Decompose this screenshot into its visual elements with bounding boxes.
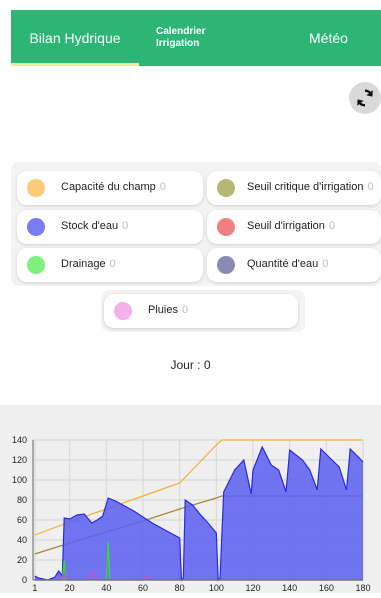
legend-item-capacite[interactable]: Capacité du champ 0 [17, 171, 203, 205]
legend-item-drainage[interactable]: Drainage 0 [17, 248, 203, 282]
x-tick-label: 80 [175, 583, 185, 593]
legend-value: 0 [367, 181, 374, 193]
y-tick-label: 40 [17, 535, 27, 545]
y-tick-label: 20 [17, 555, 27, 565]
legend-dot [217, 218, 235, 236]
x-tick-label: 40 [101, 583, 111, 593]
legend-label: Quantité d'eau [247, 258, 319, 270]
y-tick-label: 60 [17, 515, 27, 525]
tab-label: Météo [309, 30, 348, 46]
tab-label-line1: Calendrier [156, 26, 206, 37]
x-tick-label: 100 [209, 583, 224, 593]
legend-value: 0 [328, 220, 336, 232]
legend-dot [114, 302, 132, 320]
legend-value: 0 [122, 220, 129, 232]
tab-meteo[interactable]: Météo [309, 10, 369, 66]
x-tick-label: 160 [319, 583, 334, 593]
y-tick-label: 140 [12, 435, 27, 445]
x-tick-label: 120 [245, 583, 260, 593]
legend-dot [27, 218, 45, 236]
legend-label: Pluies [148, 304, 178, 316]
tab-label: Bilan Hydrique [29, 30, 121, 46]
legend-value: 0 [322, 258, 329, 270]
legend-dot [217, 179, 235, 197]
chart-svg: 0204060801001201401 20 40 60 80 100 120 140 160 1… [12, 435, 371, 593]
x-tick-label: 20 [65, 583, 75, 593]
legend-label: Drainage [61, 258, 106, 270]
legend-dot [27, 256, 45, 274]
day-label: Jour : 0 [170, 358, 211, 372]
legend-label: Capacité du champ [61, 181, 156, 193]
tab-label-line2: Irrigation [156, 38, 200, 49]
legend-dot [27, 179, 45, 197]
legend-value: 0 [159, 181, 166, 193]
active-tab-indicator [11, 63, 139, 66]
legend-label: Seuil d'irrigation [247, 220, 325, 232]
legend-value: 0 [181, 304, 189, 316]
x-tick-label: 1 [32, 583, 37, 593]
y-tick-label: 120 [12, 455, 27, 465]
tab-bilan-hydrique[interactable]: Bilan Hydrique [11, 10, 139, 66]
legend-item-pluies[interactable]: Pluies 0 [104, 294, 298, 328]
y-tick-label: 100 [12, 475, 27, 485]
x-tick-label: 140 [282, 583, 297, 593]
legend-label: Stock d'eau [61, 220, 119, 232]
legend-label: Seuil critique d'irrigation [247, 181, 364, 193]
legend-value: 0 [109, 258, 116, 270]
legend-dot [217, 256, 235, 274]
refresh-button[interactable] [349, 82, 381, 114]
legend-item-stock[interactable]: Stock d'eau 0 [17, 210, 203, 244]
x-tick-label: 60 [138, 583, 148, 593]
water-balance-chart[interactable]: 0 20 40 60 80 100 120 140 1 20 40 60 80 100 120 140 160 1… [0, 405, 381, 593]
y-tick-label: 80 [17, 495, 27, 505]
tab-calendrier-irrigation[interactable]: Calendrier Irrigation [156, 10, 256, 66]
y-tick-label: 0 [22, 575, 27, 585]
refresh-icon [357, 89, 373, 107]
x-tick-label: 180 [355, 583, 370, 593]
legend-item-seuil-irrigation[interactable]: Seuil d'irrigation 0 [207, 210, 381, 244]
legend-item-quantite[interactable]: Quantité d'eau 0 [207, 248, 381, 282]
legend-item-seuil-critique[interactable]: Seuil critique d'irrigation 0 [207, 171, 381, 205]
tab-bar: Bilan Hydrique Calendrier Irrigation Mét… [11, 10, 381, 66]
